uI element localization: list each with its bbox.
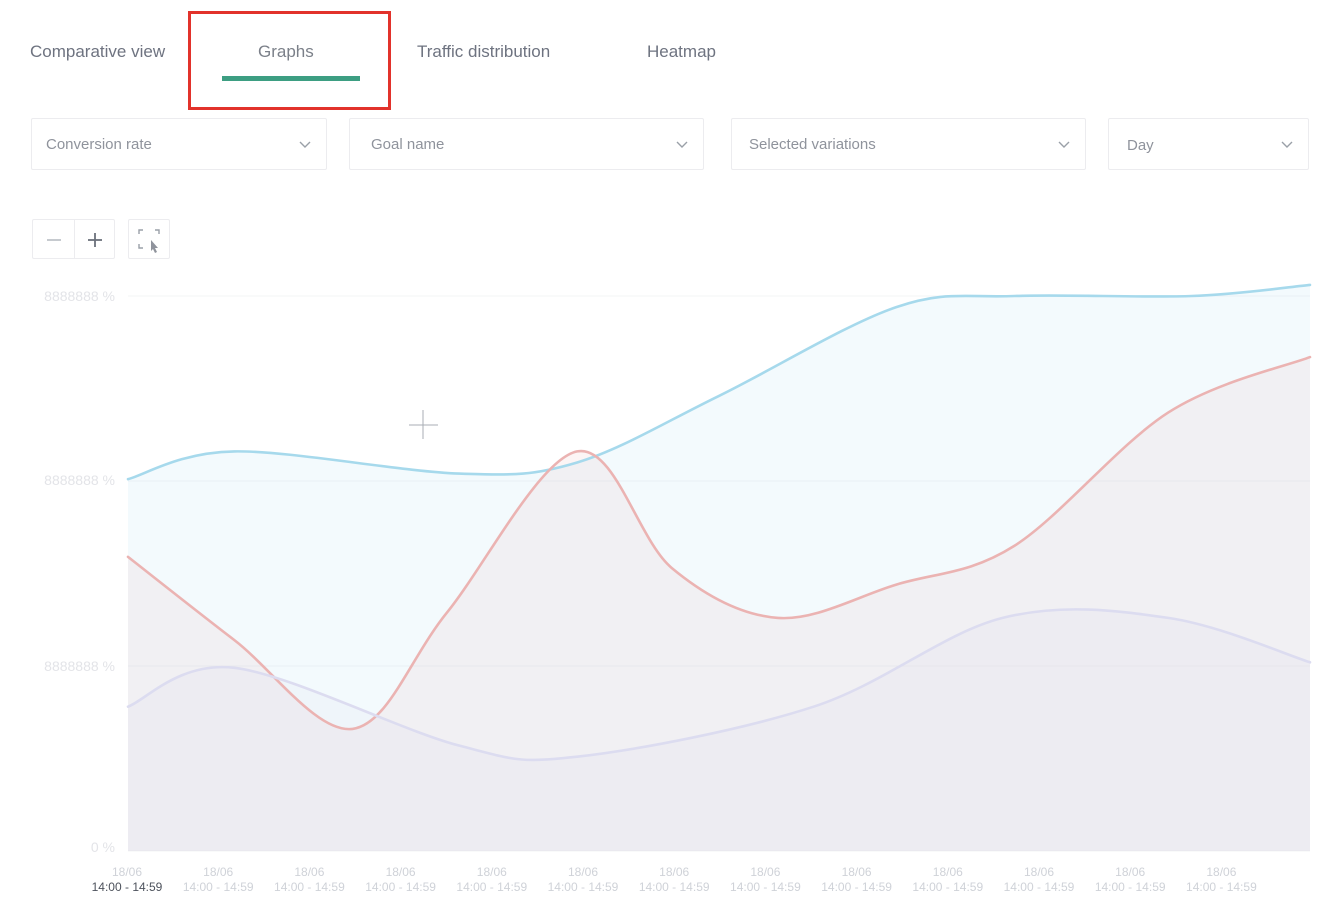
x-tick-date: 18/06	[476, 865, 507, 879]
x-tick-time: 14:00 - 14:59	[1094, 880, 1166, 894]
x-tick-label: 18/06 14:00 - 14:59	[807, 865, 907, 895]
x-tick-date: 18/06	[567, 865, 599, 879]
x-tick-time: 14:00 - 14:59	[1003, 880, 1075, 894]
x-tick-label: 18/06 14:00 - 14:59	[1171, 865, 1271, 895]
y-tick-label: 0 %	[90, 839, 115, 855]
x-tick-label: 18/06 14:00 - 14:59	[442, 865, 542, 895]
x-tick-label: 18/06 14:00 - 14:59	[77, 865, 177, 895]
x-tick-label: 18/06 14:00 - 14:59	[168, 865, 268, 895]
y-tick-label: 8888888 %	[44, 472, 115, 488]
x-tick-time: 14:00 - 14:59	[547, 880, 619, 894]
x-tick-label: 18/06 14:00 - 14:59	[715, 865, 815, 895]
x-tick-date: 18/06	[932, 865, 963, 879]
y-tick-label: 8888888 %	[44, 288, 115, 304]
x-tick-time: 14:00 - 14:59	[456, 880, 528, 894]
x-tick-label: 18/06 14:00 - 14:59	[533, 865, 633, 895]
x-tick-date: 18/06	[1023, 865, 1055, 879]
x-tick-date: 18/06	[203, 865, 234, 879]
x-tick-time: 14:00 - 14:59	[91, 880, 163, 894]
x-tick-time: 14:00 - 14:59	[274, 880, 345, 894]
x-tick-date: 18/06	[1206, 865, 1237, 879]
x-tick-time: 14:00 - 14:59	[638, 880, 710, 894]
x-tick-label: 18/06 14:00 - 14:59	[259, 865, 359, 895]
x-tick-date: 18/06	[750, 865, 781, 879]
y-tick-label: 8888888 %	[44, 658, 115, 674]
x-tick-label: 18/06 14:00 - 14:59	[1080, 865, 1180, 895]
x-tick-date: 18/06	[111, 865, 143, 879]
x-tick-date: 18/06	[841, 865, 872, 879]
x-tick-label: 18/06 14:00 - 14:59	[624, 865, 724, 895]
x-tick-time: 14:00 - 14:59	[365, 880, 436, 894]
x-tick-label: 18/06 14:00 - 14:59	[351, 865, 451, 895]
x-tick-time: 14:00 - 14:59	[182, 880, 254, 894]
x-tick-date: 18/06	[1115, 865, 1146, 879]
x-tick-time: 14:00 - 14:59	[1186, 880, 1257, 894]
x-tick-date: 18/06	[659, 865, 690, 879]
x-tick-time: 14:00 - 14:59	[730, 880, 801, 894]
conversion-chart	[126, 283, 1312, 852]
x-tick-time: 14:00 - 14:59	[912, 880, 984, 894]
x-tick-label: 18/06 14:00 - 14:59	[989, 865, 1089, 895]
x-tick-date: 18/06	[385, 865, 416, 879]
x-tick-time: 14:00 - 14:59	[821, 880, 892, 894]
x-tick-label: 18/06 14:00 - 14:59	[898, 865, 998, 895]
x-tick-date: 18/06	[294, 865, 325, 879]
